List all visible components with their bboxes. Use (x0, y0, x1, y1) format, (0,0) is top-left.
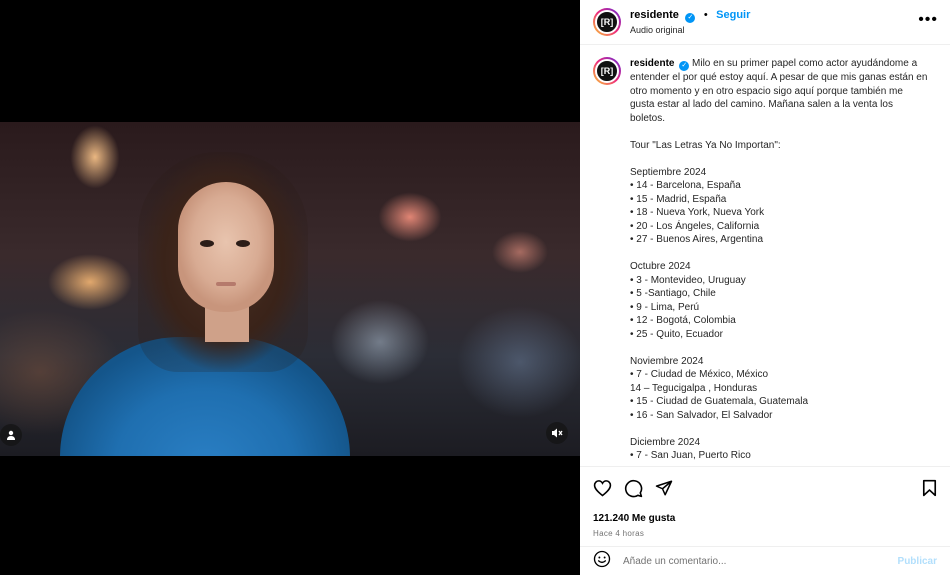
username-link[interactable]: residente (630, 9, 679, 21)
post-timestamp[interactable]: Hace 4 horas (593, 529, 937, 538)
caption-avatar[interactable]: [R] (593, 57, 621, 85)
avatar[interactable]: [R] (593, 8, 621, 36)
heart-icon (593, 480, 612, 497)
avatar-logo: [R] (595, 10, 619, 34)
more-horizontal-icon: ••• (918, 11, 938, 28)
tagged-users-button[interactable] (0, 424, 22, 446)
verified-badge-icon: ✓ (679, 61, 690, 71)
like-button[interactable] (593, 479, 612, 497)
speaker-muted-icon (552, 428, 563, 438)
caption-username-link[interactable]: residente (630, 58, 674, 69)
comment-icon (624, 479, 643, 497)
video-frame-eye (200, 240, 214, 247)
header-text: residente ✓ • Seguir Audio original (630, 7, 750, 37)
save-button[interactable] (922, 479, 937, 497)
emoji-button[interactable] (593, 550, 611, 573)
action-bar: 121.240 Me gusta Hace 4 horas (580, 466, 950, 538)
post-side-panel: [R] residente ✓ • Seguir Audio original … (580, 0, 950, 575)
video-frame-mouth (216, 282, 236, 286)
video-player[interactable] (0, 122, 580, 456)
follow-button[interactable]: Seguir (716, 9, 750, 21)
mute-button[interactable] (546, 422, 568, 444)
video-frame-eye (236, 240, 250, 247)
post-header: [R] residente ✓ • Seguir Audio original … (580, 0, 950, 45)
bookmark-icon (922, 479, 937, 497)
user-icon (7, 430, 15, 440)
action-icons (593, 477, 937, 499)
emoji-icon (593, 550, 611, 567)
send-icon (655, 480, 673, 496)
video-frame-face (178, 182, 274, 312)
caption: [R] residente ✓ Milo en su primer papel … (593, 57, 937, 463)
post-comment-button[interactable]: Publicar (898, 556, 937, 567)
avatar-logo: [R] (595, 59, 619, 83)
media-pane (0, 0, 580, 575)
caption-text: Milo en su primer papel como actor ayudá… (630, 58, 928, 461)
separator-dot: • (703, 9, 708, 21)
comment-input[interactable] (623, 555, 898, 567)
caption-scroll-area[interactable]: [R] residente ✓ Milo en su primer papel … (580, 46, 950, 466)
likes-count[interactable]: 121.240 Me gusta (593, 513, 937, 524)
share-button[interactable] (655, 479, 673, 497)
audio-link[interactable]: Audio original (630, 23, 750, 37)
verified-badge-icon: ✓ (685, 13, 696, 23)
caption-body: residente ✓ Milo en su primer papel como… (630, 57, 930, 463)
comment-bar: Publicar (580, 546, 950, 575)
more-options-button[interactable]: ••• (918, 12, 938, 28)
comment-button[interactable] (624, 479, 643, 498)
